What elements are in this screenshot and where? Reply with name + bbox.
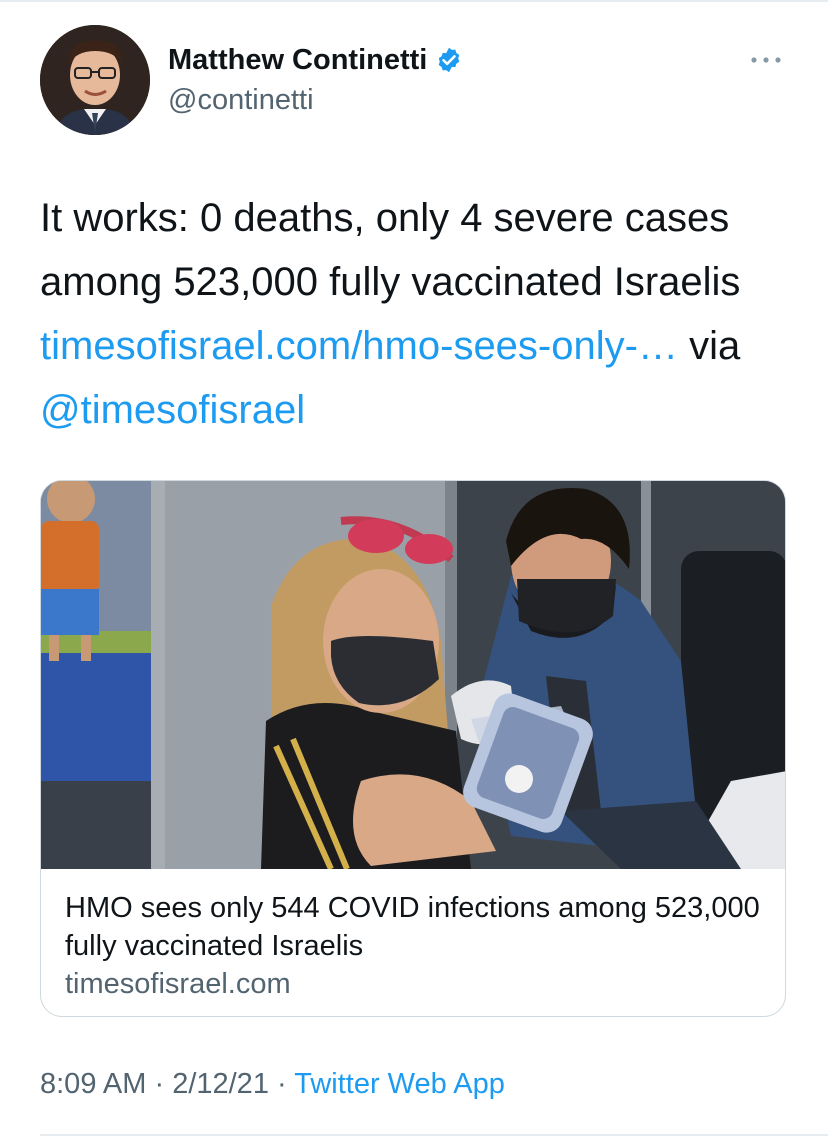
- top-divider: [0, 0, 828, 2]
- meta-separator-2: ·: [268, 1068, 295, 1100]
- card-image[interactable]: [41, 481, 785, 869]
- tweet-time[interactable]: 8:09 AM: [40, 1068, 146, 1100]
- card-title[interactable]: HMO sees only 544 COVID infections among…: [65, 889, 765, 965]
- vaccination-photo-icon: [41, 481, 785, 869]
- tweet-text-body: It works: 0 deaths, only 4 severe cases …: [40, 196, 741, 304]
- card-domain[interactable]: timesofisrael.com: [65, 965, 765, 1003]
- profile-photo-icon: [40, 25, 150, 135]
- tweet-text: It works: 0 deaths, only 4 severe cases …: [40, 186, 800, 442]
- link-preview-card[interactable]: HMO sees only 544 COVID infections among…: [40, 480, 786, 1017]
- verified-badge-icon: [435, 46, 463, 74]
- meta-separator: ·: [146, 1068, 173, 1100]
- tweet-metadata: 8:09 AM · 2/12/21 · Twitter Web App: [40, 1068, 505, 1101]
- card-body[interactable]: HMO sees only 544 COVID infections among…: [65, 889, 765, 1003]
- article-link[interactable]: timesofisrael.com/hmo-sees-only-…: [40, 324, 678, 368]
- tweet-date[interactable]: 2/12/21: [172, 1068, 269, 1100]
- mention-link[interactable]: @timesofisrael: [40, 388, 305, 432]
- author-name-row[interactable]: Matthew Continetti: [168, 42, 463, 78]
- display-name[interactable]: Matthew Continetti: [168, 44, 427, 77]
- avatar[interactable]: [40, 25, 150, 135]
- tweet-source[interactable]: Twitter Web App: [294, 1068, 505, 1100]
- user-handle[interactable]: @continetti: [168, 84, 314, 117]
- bottom-divider: [40, 1134, 828, 1136]
- ellipsis-icon[interactable]: [748, 50, 784, 70]
- via-text: via: [677, 324, 741, 368]
